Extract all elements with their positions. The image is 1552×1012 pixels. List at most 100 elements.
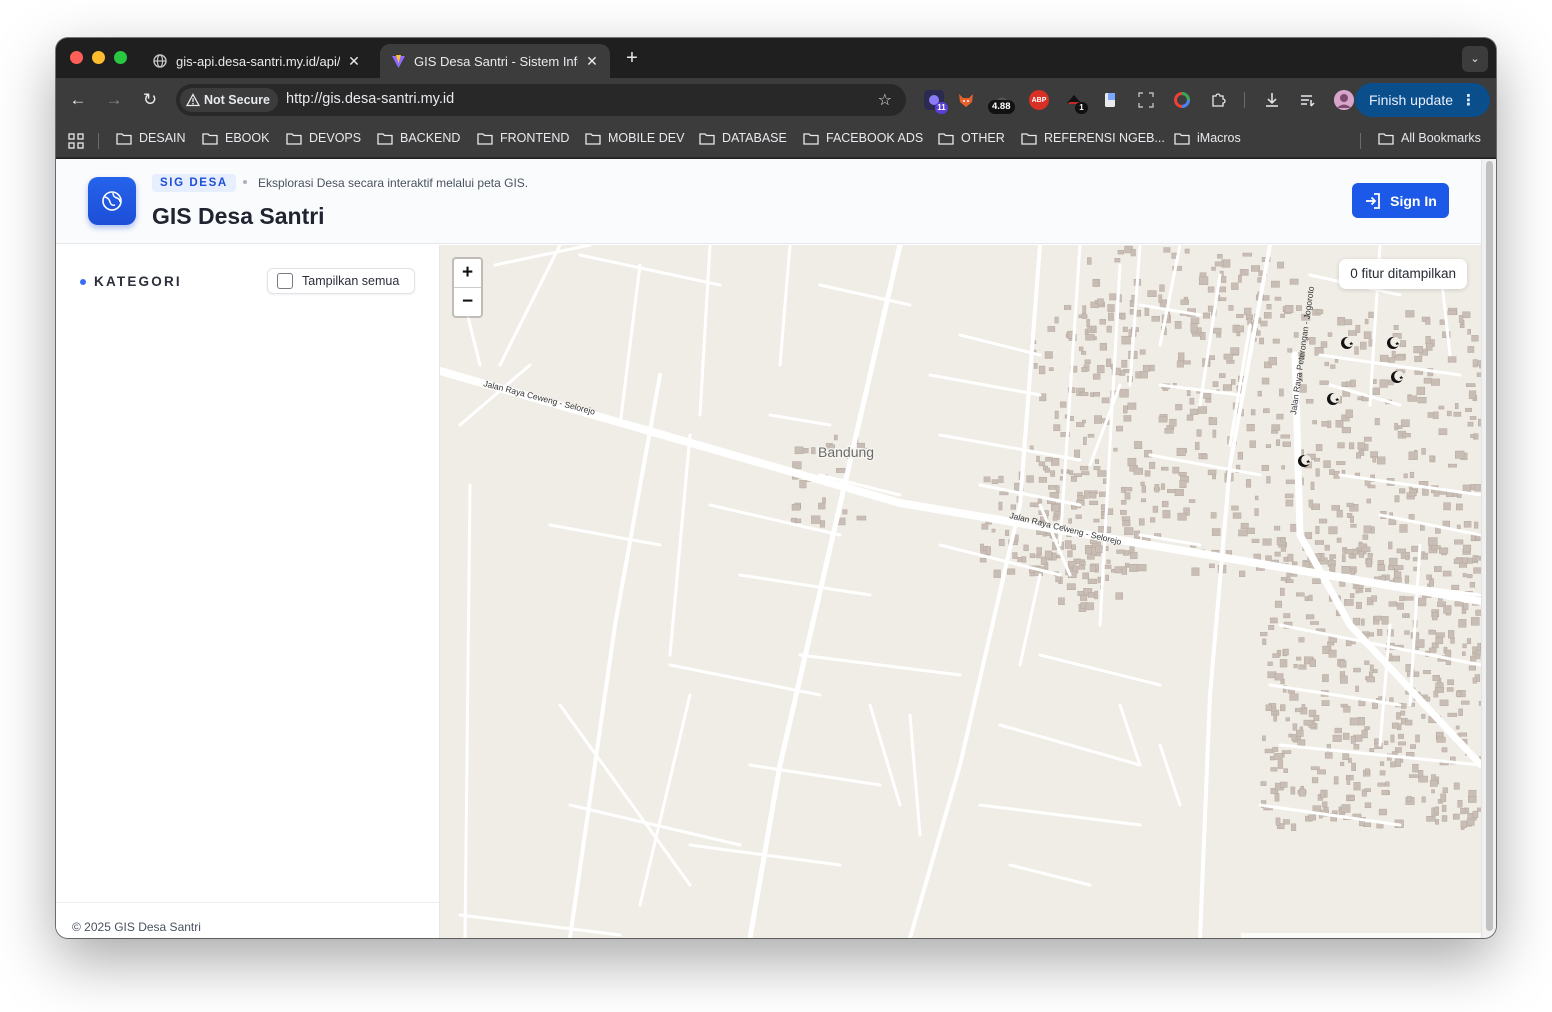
tab-gis-api[interactable]: gis-api.desa-santri.my.id/api/ ✕: [142, 44, 372, 78]
tab-search-chevron-icon[interactable]: ⌄: [1462, 46, 1488, 72]
building: [1349, 717, 1359, 726]
building: [1079, 392, 1089, 397]
building: [1456, 524, 1461, 529]
building: [1425, 342, 1433, 351]
building: [1021, 556, 1027, 563]
bookmark-folder[interactable]: iMacros: [1174, 131, 1241, 145]
app-logo: [88, 177, 136, 225]
building: [1458, 315, 1464, 323]
more-vertical-icon: ⋮: [1461, 92, 1476, 109]
building: [1174, 321, 1182, 329]
building: [1308, 814, 1316, 821]
building: [1051, 503, 1061, 512]
building: [1023, 544, 1029, 552]
map-attribution[interactable]: [1241, 933, 1481, 938]
sign-in-button[interactable]: Sign In: [1352, 183, 1449, 218]
building: [1135, 371, 1142, 379]
building: [1409, 471, 1415, 478]
adblock-icon[interactable]: ABP: [1029, 90, 1049, 110]
building: [1064, 305, 1072, 310]
building: [1405, 719, 1413, 726]
profile-avatar-icon[interactable]: [1334, 90, 1354, 110]
building: [1283, 613, 1291, 619]
reload-icon[interactable]: ↻: [138, 88, 162, 112]
building: [1262, 538, 1272, 546]
folder-icon: [699, 132, 715, 145]
building: [1474, 521, 1479, 529]
page-scrollbar[interactable]: [1481, 159, 1496, 938]
zoom-in-button[interactable]: +: [454, 259, 481, 287]
new-tab-button[interactable]: +: [622, 48, 642, 68]
building: [1111, 568, 1115, 573]
building: [1130, 249, 1136, 257]
bookmark-star-icon[interactable]: ☆: [878, 90, 892, 110]
building: [1147, 290, 1157, 297]
zoom-out-button[interactable]: −: [454, 287, 481, 315]
building: [1364, 726, 1370, 730]
building: [1119, 388, 1129, 398]
building: [1322, 674, 1329, 683]
close-tab-icon[interactable]: ✕: [346, 53, 362, 69]
bookmark-folder[interactable]: MOBILE DEV: [585, 131, 684, 145]
building: [1198, 406, 1208, 414]
security-indicator[interactable]: Not Secure: [180, 88, 278, 112]
bookmark-folder[interactable]: FRONTEND: [477, 131, 569, 145]
building: [1364, 788, 1371, 792]
building: [811, 447, 816, 455]
scrollbar-thumb[interactable]: [1486, 161, 1493, 931]
reading-list-icon[interactable]: [1298, 90, 1318, 110]
apps-grid-icon[interactable]: [68, 133, 84, 149]
forward-arrow-icon[interactable]: →: [102, 88, 126, 112]
bookmark-folder[interactable]: DESAIN: [116, 131, 186, 145]
building: [1077, 495, 1084, 501]
show-all-toggle[interactable]: Tampilkan semua: [267, 268, 415, 294]
url-text[interactable]: http://gis.desa-santri.my.id: [286, 91, 454, 107]
building: [1087, 257, 1092, 265]
close-window-button[interactable]: [70, 51, 83, 64]
bookmark-folder[interactable]: BACKEND: [377, 131, 460, 145]
address-bar[interactable]: Not Secure http://gis.desa-santri.my.id …: [176, 84, 906, 116]
building: [1391, 722, 1399, 729]
bookmark-folder[interactable]: REFERENSI NGEB...: [1021, 131, 1165, 145]
download-icon[interactable]: [1262, 90, 1282, 110]
tab-title: GIS Desa Santri - Sistem Infor: [414, 53, 578, 69]
all-bookmarks-folder[interactable]: All Bookmarks: [1378, 131, 1481, 145]
building: [1455, 690, 1462, 697]
building: [985, 546, 991, 555]
extension-doc-icon[interactable]: [1100, 90, 1120, 110]
extension-11-icon[interactable]: 11: [924, 90, 948, 114]
extensions-puzzle-icon[interactable]: [1208, 90, 1228, 110]
building: [1339, 660, 1347, 668]
zoom-window-button[interactable]: [114, 51, 127, 64]
bookmark-folder[interactable]: DEVOPS: [286, 131, 361, 145]
building: [1066, 583, 1076, 590]
building: [1408, 451, 1418, 460]
back-arrow-icon[interactable]: ←: [66, 88, 90, 112]
building: [1159, 284, 1165, 292]
extension-hat-icon[interactable]: 1: [1064, 90, 1088, 114]
minimize-window-button[interactable]: [92, 51, 105, 64]
finish-update-button[interactable]: Finish update ⋮: [1354, 83, 1490, 117]
building: [1400, 710, 1406, 716]
bookmark-folder[interactable]: FACEBOOK ADS: [803, 131, 923, 145]
app-header: SIG DESA Eksplorasi Desa secara interakt…: [56, 159, 1481, 244]
screenshot-icon[interactable]: [1136, 90, 1156, 110]
building: [1330, 563, 1335, 572]
map-view[interactable]: Bandung Jalan Raya Ceweng - Selorejo Jal…: [440, 245, 1481, 938]
show-all-checkbox[interactable]: [277, 273, 293, 289]
map-tiles[interactable]: Bandung Jalan Raya Ceweng - Selorejo Jal…: [440, 245, 1481, 938]
building: [1441, 815, 1448, 822]
close-tab-icon[interactable]: ✕: [584, 53, 600, 69]
building: [1345, 409, 1353, 418]
building: [1350, 515, 1354, 523]
extension-fox-icon[interactable]: [956, 90, 976, 110]
bookmark-folder[interactable]: EBOOK: [202, 131, 269, 145]
building: [1260, 631, 1268, 637]
bookmark-folder[interactable]: DATABASE: [699, 131, 787, 145]
building: [1344, 599, 1354, 606]
building: [1029, 553, 1035, 558]
building: [1458, 732, 1468, 737]
color-picker-icon[interactable]: [1172, 90, 1192, 110]
tab-gis-desa-santri[interactable]: GIS Desa Santri - Sistem Infor ✕: [380, 44, 610, 78]
bookmark-folder[interactable]: OTHER: [938, 131, 1005, 145]
